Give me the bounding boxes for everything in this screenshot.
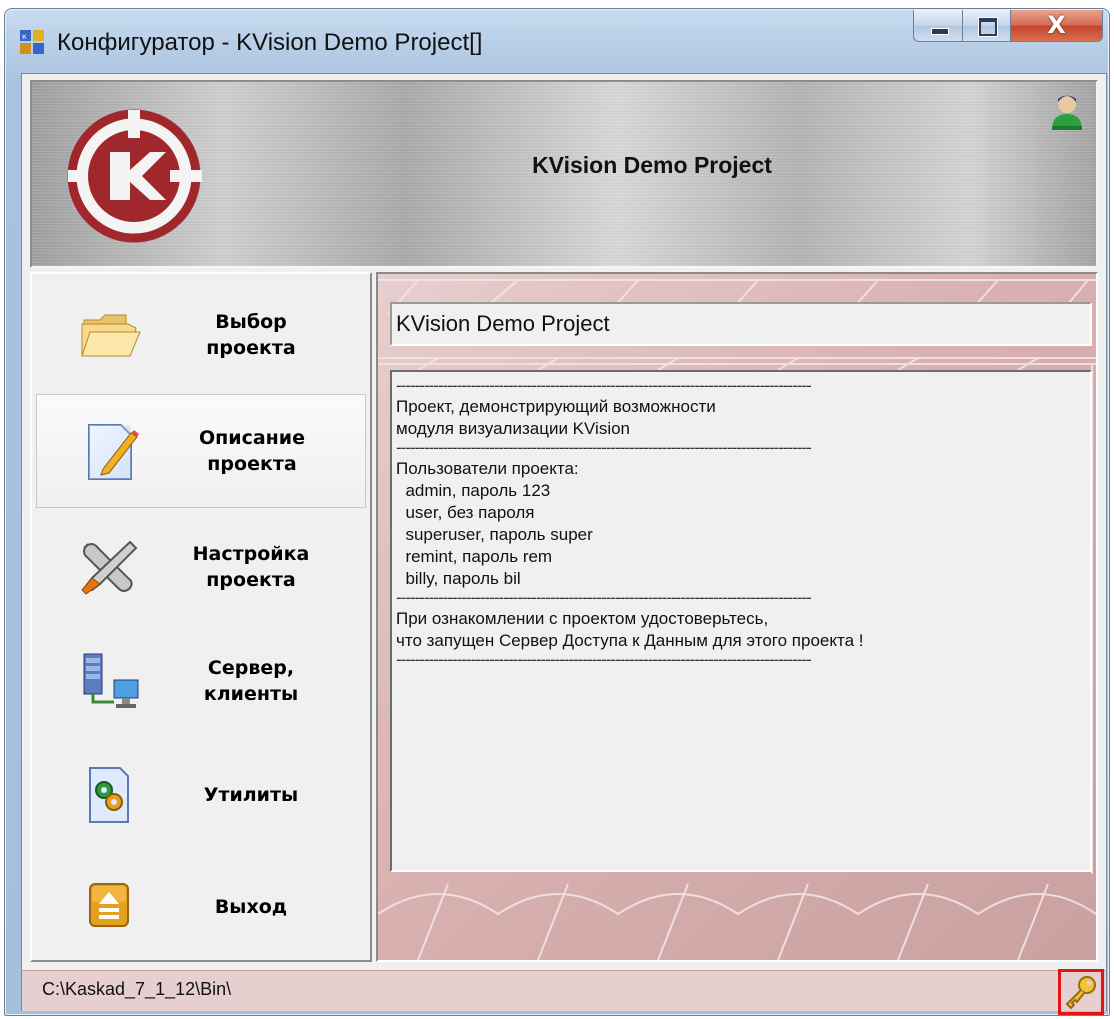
content-panel: KVision Demo Project -------------------… bbox=[376, 272, 1098, 962]
separator-line: ----------------------------------------… bbox=[396, 590, 812, 607]
close-icon: X bbox=[1047, 11, 1066, 39]
description-line: что запущен Сервер Доступа к Данным для … bbox=[396, 631, 864, 650]
sidebar-item-project-select[interactable]: Выбор проекта bbox=[36, 278, 366, 392]
server-network-icon bbox=[83, 653, 139, 708]
sidebar-item-utilities[interactable]: Утилиты bbox=[36, 738, 366, 852]
utilities-icon bbox=[89, 767, 129, 823]
sidebar-item-label: Сервер, клиенты bbox=[203, 657, 299, 705]
project-description-text[interactable]: ----------------------------------------… bbox=[390, 370, 1092, 872]
separator-line: ----------------------------------------… bbox=[396, 652, 812, 669]
project-name-field[interactable]: KVision Demo Project bbox=[390, 302, 1092, 346]
description-line: admin, пароль 123 bbox=[396, 481, 551, 500]
description-line: Проект, демонстрирующий возможности bbox=[396, 397, 716, 416]
license-key-button[interactable] bbox=[1058, 969, 1104, 1015]
client-area: KVision Demo Project Выбор проекта Описа… bbox=[21, 73, 1107, 1015]
description-line: billy, пароль bil bbox=[396, 569, 521, 588]
sidebar-item-label: Описание проекта bbox=[198, 427, 305, 475]
description-line: remint, пароль rem bbox=[396, 547, 553, 566]
description-line: модуля визуализации KVision bbox=[396, 419, 631, 438]
header-banner: KVision Demo Project bbox=[30, 80, 1098, 268]
kvision-logo-icon bbox=[67, 109, 202, 243]
description-line: user, без пароля bbox=[396, 503, 535, 522]
separator-line: ----------------------------------------… bbox=[396, 378, 812, 395]
exit-icon bbox=[89, 883, 129, 927]
status-path: C:\Kaskad_7_1_12\Bin\ bbox=[42, 979, 232, 999]
minimize-button[interactable] bbox=[913, 10, 963, 42]
header-title: KVision Demo Project bbox=[532, 152, 772, 178]
app-window: к Конфигуратор - KVision Demo Project[] … bbox=[4, 8, 1110, 1016]
maximize-button[interactable] bbox=[963, 10, 1011, 42]
tools-icon bbox=[81, 540, 138, 595]
key-icon bbox=[1065, 976, 1096, 1010]
description-line: При ознакомлении с проектом удостоверьте… bbox=[396, 609, 769, 628]
sidebar-item-label: Утилиты bbox=[203, 784, 299, 806]
sidebar-item-label: Настройка проекта bbox=[192, 543, 310, 591]
close-button[interactable]: X bbox=[1011, 10, 1103, 42]
sidebar-item-server-clients[interactable]: Сервер, клиенты bbox=[36, 624, 366, 738]
sidebar-item-project-settings[interactable]: Настройка проекта bbox=[36, 510, 366, 624]
sidebar: Выбор проекта Описание проекта Настройка… bbox=[30, 272, 372, 962]
description-line: Пользователи проекта: bbox=[396, 459, 579, 478]
document-edit-icon bbox=[88, 424, 139, 480]
sidebar-item-label: Выход bbox=[214, 896, 288, 918]
window-controls: X bbox=[913, 10, 1103, 46]
sidebar-item-label: Выбор проекта bbox=[206, 311, 296, 359]
sidebar-item-project-description[interactable]: Описание проекта bbox=[36, 394, 366, 508]
title-bar[interactable]: к Конфигуратор - KVision Demo Project[] … bbox=[5, 9, 1109, 71]
svg-text:к: к bbox=[22, 32, 27, 41]
status-bar: C:\Kaskad_7_1_12\Bin\ bbox=[22, 969, 1106, 1015]
app-icon: к bbox=[20, 30, 44, 54]
user-icon[interactable] bbox=[1048, 92, 1086, 132]
window-title: Конфигуратор - KVision Demo Project[] bbox=[57, 29, 483, 56]
folder-icon bbox=[81, 314, 141, 357]
description-line: superuser, пароль super bbox=[396, 525, 593, 544]
separator-line: ----------------------------------------… bbox=[396, 440, 812, 457]
sidebar-item-exit[interactable]: Выход bbox=[36, 850, 366, 964]
